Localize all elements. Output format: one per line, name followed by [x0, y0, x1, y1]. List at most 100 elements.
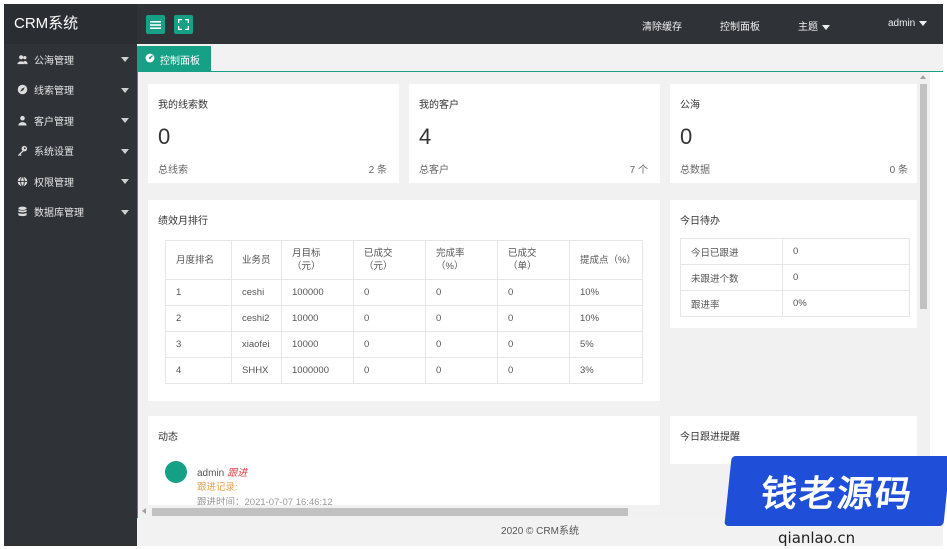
table-row: 4 SHHX 1000000 0 0 0 3% — [165, 357, 643, 384]
sidebar-item-leads[interactable]: 线索管理 — [4, 75, 137, 106]
table-cell: 0 — [497, 305, 570, 332]
card-title: 公海 — [680, 100, 700, 111]
table-cell: 10000 — [281, 331, 354, 358]
key-icon — [16, 145, 28, 157]
card-title: 动态 — [158, 432, 178, 443]
table-row: 跟进率 0% — [680, 290, 910, 317]
watermark-badge: 钱老源码 — [724, 456, 947, 526]
table-cell: 0 — [353, 357, 426, 384]
column-header: 已成交（单） — [497, 240, 570, 280]
column-header: 月度排名 — [165, 240, 232, 280]
sidebar-item-label: 线索管理 — [34, 86, 74, 98]
vertical-scrollbar[interactable] — [917, 72, 930, 518]
scroll-thumb[interactable] — [920, 84, 927, 309]
scroll-thumb[interactable] — [152, 508, 628, 516]
table-cell: 100000 — [281, 279, 354, 306]
table-cell: 未跟进个数 — [680, 264, 783, 291]
sidebar: CRM系统 公海管理 线索管理 客户管理 系统设置 权限管理 数据库管理 — [4, 4, 137, 546]
table-cell: 0 — [353, 305, 426, 332]
chevron-down-icon — [919, 20, 928, 26]
table-cell: 0 — [425, 305, 498, 332]
table-cell: 0 — [425, 279, 498, 306]
chevron-down-icon — [121, 87, 129, 93]
table-header-row: 月度排名 业务员 月目标（元） 已成交（元） 完成率（%） 已成交（单） 提成点… — [165, 240, 643, 280]
database-icon — [16, 206, 28, 218]
table-cell: 2 — [165, 305, 232, 332]
user-dropdown[interactable]: admin — [888, 18, 928, 29]
stat-card-public-pool: 公海 0 总数据 0 条 — [670, 84, 920, 183]
stat-card-leads: 我的线索数 0 总线索 2 条 — [148, 84, 399, 183]
table-row: 1 ceshi 100000 0 0 0 10% — [165, 279, 643, 306]
feed-record-label: 跟进记录: — [197, 482, 238, 493]
sidebar-item-settings[interactable]: 系统设置 — [4, 136, 137, 167]
stat-sub-value: 0 条 — [889, 165, 908, 176]
fullscreen-button[interactable] — [174, 15, 193, 34]
table-cell: 0 — [497, 331, 570, 358]
table-cell: 0 — [782, 264, 910, 291]
users-icon — [16, 53, 28, 65]
chevron-down-icon — [121, 148, 129, 154]
table-cell: 0 — [425, 331, 498, 358]
column-header: 提成点（%） — [569, 240, 643, 280]
table-cell: SHHX — [231, 357, 282, 384]
column-header: 已成交（元） — [353, 240, 426, 280]
card-title: 绩效月排行 — [158, 216, 208, 227]
column-header: 业务员 — [231, 240, 282, 280]
sidebar-item-label: 数据库管理 — [34, 208, 84, 220]
table-cell: 5% — [569, 331, 643, 358]
table-cell: 0% — [782, 290, 910, 317]
chevron-down-icon — [121, 57, 129, 62]
table-cell: 3% — [569, 357, 643, 384]
stat-value: 4 — [419, 124, 432, 149]
compass-icon — [16, 84, 28, 96]
table-cell: xiaofei — [231, 331, 282, 358]
feed-tag: 跟进 — [227, 468, 248, 479]
tab-label: 控制面板 — [160, 55, 200, 67]
stat-value: 0 — [158, 124, 171, 149]
scroll-up-icon[interactable] — [920, 75, 926, 79]
stat-sub-value: 2 条 — [368, 165, 387, 176]
sidebar-item-permissions[interactable]: 权限管理 — [4, 166, 137, 197]
table-row: 2 ceshi2 10000 0 0 0 10% — [165, 305, 643, 332]
user-icon — [16, 114, 28, 126]
table-row: 今日已跟进 0 — [680, 238, 910, 265]
table-cell: 1000000 — [281, 357, 354, 384]
table-cell: 0 — [497, 279, 570, 306]
sidebar-item-label: 公海管理 — [34, 55, 74, 67]
card-title: 今日待办 — [680, 216, 720, 227]
theme-dropdown[interactable]: 主题 — [798, 18, 830, 33]
top-bar: 清除缓存 控制面板 主题 admin — [137, 4, 943, 44]
stat-card-customers: 我的客户 4 总客户 7 个 — [409, 84, 660, 183]
avatar — [165, 461, 187, 483]
menu-toggle-button[interactable] — [146, 15, 165, 34]
table-cell: 0 — [353, 331, 426, 358]
theme-label: 主题 — [798, 22, 818, 33]
main-content: 我的线索数 0 总线索 2 条 我的客户 4 总客户 7 个 公海 0 总数据 … — [137, 72, 930, 518]
chevron-down-icon — [121, 179, 129, 184]
stat-sub-label: 总线索 — [158, 165, 188, 176]
card-title: 我的线索数 — [158, 100, 208, 111]
table-cell: 跟进率 — [680, 290, 783, 317]
sidebar-item-public-pool[interactable]: 公海管理 — [4, 44, 137, 75]
chevron-down-icon — [121, 209, 129, 215]
clear-cache-link[interactable]: 清除缓存 — [642, 18, 682, 33]
dashboard-icon — [145, 53, 155, 66]
stat-value: 0 — [680, 124, 693, 149]
sidebar-item-customers[interactable]: 客户管理 — [4, 105, 137, 136]
tab-control-panel[interactable]: 控制面板 — [137, 46, 211, 72]
sidebar-item-label: 系统设置 — [34, 147, 74, 159]
watermark: 钱老源码 qianlao.cn — [724, 456, 947, 549]
control-panel-link[interactable]: 控制面板 — [720, 18, 760, 33]
todo-card: 今日待办 今日已跟进 0 未跟进个数 0 跟进率 0% — [670, 200, 920, 328]
scroll-left-icon[interactable] — [142, 508, 146, 514]
table-cell: 0 — [782, 238, 910, 265]
user-name: admin — [888, 18, 916, 29]
table-cell: 今日已跟进 — [680, 238, 783, 265]
globe-icon — [16, 175, 28, 187]
table-cell: 3 — [165, 331, 232, 358]
todo-table: 今日已跟进 0 未跟进个数 0 跟进率 0% — [680, 238, 910, 317]
feed-user[interactable]: admin — [197, 468, 224, 479]
sidebar-item-database[interactable]: 数据库管理 — [4, 197, 137, 228]
stat-sub-label: 总数据 — [680, 165, 710, 176]
card-title: 今日跟进提醒 — [680, 432, 740, 443]
